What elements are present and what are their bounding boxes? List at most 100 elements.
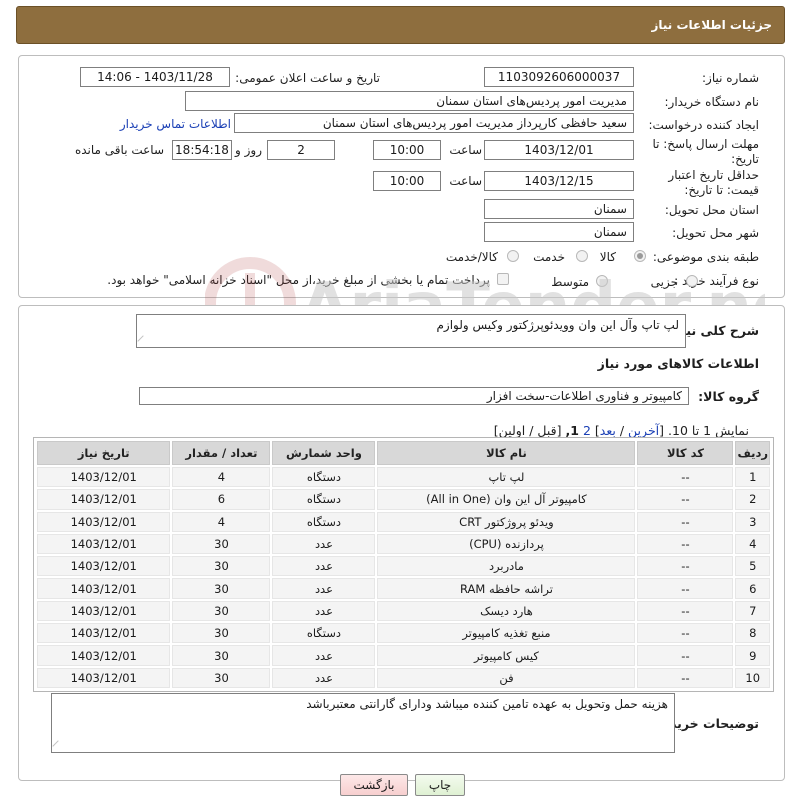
row-number-cell: 1 — [735, 467, 770, 488]
pagination-current-page: 1, — [565, 423, 579, 438]
process-minor-radio[interactable] — [686, 275, 698, 287]
item-name-cell: پردازنده (CPU) — [377, 533, 636, 555]
table-row: 6 -- تراشه حافظه RAM عدد 30 1403/12/01 — [37, 578, 770, 599]
item-code-cell: -- — [637, 467, 734, 488]
goods-table-header-row: ردیف کد کالا نام کالا واحد شمارش تعداد /… — [37, 441, 770, 465]
need-date-cell: 1403/12/01 — [37, 511, 171, 532]
need-number-field[interactable]: 1103092606000037 — [484, 67, 634, 87]
row-number-cell: 6 — [735, 578, 770, 599]
buyer-notes-text: هزینه حمل وتحویل به عهده تامین کننده میب… — [306, 697, 668, 711]
summary-textarea[interactable]: لپ تاپ وآل این وان وویدئوپرژکتور وکیس ول… — [136, 314, 686, 348]
category-service-radio[interactable] — [576, 250, 588, 262]
table-row: 3 -- ویدئو پروژکتور CRT دستگاه 4 1403/12/01 — [37, 511, 770, 532]
item-code-cell: -- — [637, 556, 734, 577]
pagination: نمایش 1 تا 10. [آخرین / بعد] 2 1, [قبل /… — [494, 423, 749, 438]
table-row: 7 -- هارد دیسک عدد 30 1403/12/01 — [37, 600, 770, 622]
pagination-page-2-link[interactable]: 2 — [583, 423, 591, 438]
price-validity-label: حداقل تاریخ اعتبار قیمت: تا تاریخ: — [668, 168, 759, 197]
quantity-cell: 30 — [172, 667, 271, 688]
deadline-label: مهلت ارسال پاسخ: تا تاریخ: — [652, 137, 759, 166]
buyer-notes-textarea[interactable]: هزینه حمل وتحویل به عهده تامین کننده میب… — [51, 693, 675, 753]
price-validity-time-field[interactable]: 10:00 — [373, 171, 441, 191]
remaining-days-field[interactable]: 2 — [267, 140, 335, 160]
unit-cell: عدد — [272, 533, 376, 555]
quantity-cell: 6 — [172, 489, 271, 510]
quantity-cell: 30 — [172, 645, 271, 666]
row-number-cell: 2 — [735, 489, 770, 510]
item-name-cell: ویدئو پروژکتور CRT — [377, 511, 636, 532]
goods-group-field[interactable]: کامپیوتر و فناوری اطلاعات-سخت افزار — [139, 387, 689, 405]
pagination-bracket-open: [ — [659, 423, 665, 438]
need-number-label: شماره نیاز: — [702, 71, 759, 85]
resize-grip-icon[interactable] — [52, 740, 64, 752]
unit-cell: دستگاه — [272, 511, 376, 532]
item-code-cell: -- — [637, 645, 734, 666]
process-medium-radio[interactable] — [596, 275, 608, 287]
unit-cell: عدد — [272, 645, 376, 666]
item-name-cell: کامپیوتر آل این وان (All in One) — [377, 489, 636, 510]
quantity-cell: 4 — [172, 511, 271, 532]
days-label: روز و — [235, 143, 262, 157]
table-row: 2 -- کامپیوتر آل این وان (All in One) دستگا… — [37, 489, 770, 510]
buyer-org-field[interactable]: مدیریت امور پردیس‌های استان سمنان — [185, 91, 634, 111]
col-item-name: نام کالا — [377, 441, 636, 465]
item-code-cell: -- — [637, 578, 734, 599]
row-number-cell: 9 — [735, 645, 770, 666]
item-name-cell: فن — [377, 667, 636, 688]
process-medium-label: متوسط — [551, 275, 589, 289]
item-code-cell: -- — [637, 600, 734, 622]
deadline-time-label: ساعت — [449, 143, 482, 157]
category-goods-service-radio[interactable] — [507, 250, 519, 262]
need-date-cell: 1403/12/01 — [37, 578, 171, 599]
quantity-cell: 4 — [172, 467, 271, 488]
unit-cell: دستگاه — [272, 467, 376, 488]
price-validity-date-field[interactable]: 1403/12/15 — [484, 171, 634, 191]
creator-label: ایجاد کننده درخواست: — [648, 118, 759, 132]
table-row: 1 -- لپ تاپ دستگاه 4 1403/12/01 — [37, 467, 770, 488]
category-goods-radio[interactable] — [634, 250, 646, 262]
item-code-cell: -- — [637, 489, 734, 510]
pagination-next-link[interactable]: بعد — [600, 423, 616, 438]
row-number-cell: 4 — [735, 533, 770, 555]
unit-cell: دستگاه — [272, 489, 376, 510]
province-field[interactable]: سمنان — [484, 199, 634, 219]
pagination-separator: / — [619, 423, 625, 438]
buyer-contact-link[interactable]: اطلاعات تماس خریدار — [120, 117, 231, 131]
item-code-cell: -- — [637, 511, 734, 532]
announce-date-field[interactable]: 1403/11/28 - 14:06 — [80, 67, 230, 87]
city-field[interactable]: سمنان — [484, 222, 634, 242]
row-number-cell: 3 — [735, 511, 770, 532]
page-header: جزئیات اطلاعات نیاز — [16, 6, 785, 44]
print-button[interactable]: چاپ — [415, 774, 465, 796]
need-date-cell: 1403/12/01 — [37, 489, 171, 510]
treasury-payment-note: پرداخت تمام یا بخشی از مبلغ خرید،از محل … — [107, 273, 490, 287]
quantity-cell: 30 — [172, 623, 271, 644]
col-item-code: کد کالا — [637, 441, 734, 465]
creator-field[interactable]: سعید حافظی کارپرداز مدیریت امور پردیس‌ها… — [234, 113, 634, 133]
category-label: طبقه بندی موضوعی: — [652, 250, 759, 264]
treasury-payment-checkbox[interactable] — [497, 273, 509, 285]
table-row: 10 -- فن عدد 30 1403/12/01 — [37, 667, 770, 688]
goods-table-wrapper: ردیف کد کالا نام کالا واحد شمارش تعداد /… — [33, 437, 774, 692]
need-date-cell: 1403/12/01 — [37, 623, 171, 644]
back-button[interactable]: بازگشت — [340, 774, 408, 796]
table-row: 5 -- مادربرد عدد 30 1403/12/01 — [37, 556, 770, 577]
deadline-time-field[interactable]: 10:00 — [373, 140, 441, 160]
col-unit: واحد شمارش — [272, 441, 376, 465]
unit-cell: عدد — [272, 600, 376, 622]
province-label: استان محل تحویل: — [664, 203, 759, 217]
deadline-date-field[interactable]: 1403/12/01 — [484, 140, 634, 160]
quantity-cell: 30 — [172, 578, 271, 599]
goods-table-body: 1 -- لپ تاپ دستگاه 4 1403/12/01 2 -- کامپیوتر آل… — [37, 467, 770, 688]
quantity-cell: 30 — [172, 556, 271, 577]
summary-text: لپ تاپ وآل این وان وویدئوپرژکتور وکیس ول… — [436, 318, 679, 332]
category-service-label: خدمت — [533, 250, 565, 264]
resize-grip-icon[interactable] — [137, 335, 149, 347]
row-number-cell: 10 — [735, 667, 770, 688]
table-row: 9 -- کیس کامپیوتر عدد 30 1403/12/01 — [37, 645, 770, 666]
pagination-last-link[interactable]: آخرین — [628, 423, 659, 438]
category-goods-service-label: کالا/خدمت — [445, 250, 498, 264]
item-code-cell: -- — [637, 667, 734, 688]
remaining-time-field[interactable]: 18:54:18 — [172, 140, 232, 160]
unit-cell: عدد — [272, 556, 376, 577]
